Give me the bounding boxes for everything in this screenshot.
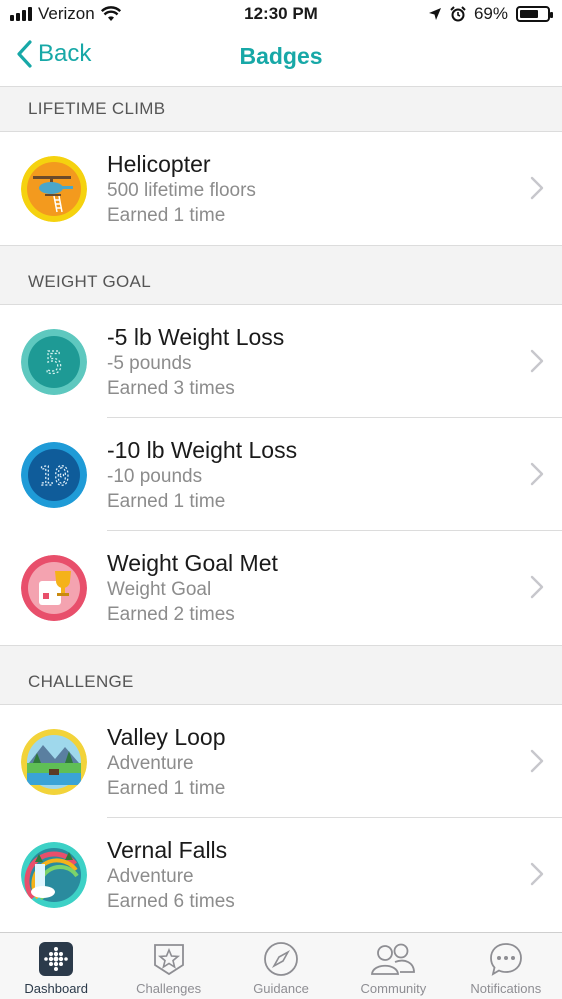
- badge-title: -10 lb Weight Loss: [107, 437, 298, 463]
- vernal-falls-badge-icon: [21, 842, 87, 908]
- chat-bubble-icon: [489, 943, 522, 976]
- badge-title: Helicopter: [107, 151, 211, 177]
- navigation-bar: Back Badges: [0, 30, 562, 86]
- page-title: Badges: [239, 43, 323, 69]
- tab-bar: Dashboard Challenges Guidance Community …: [0, 932, 562, 999]
- badge-subtitle: Adventure: [107, 866, 194, 887]
- tab-label: Guidance: [253, 981, 309, 996]
- valley-loop-badge-icon: [21, 729, 87, 795]
- dashboard-icon: [39, 942, 74, 976]
- compass-icon: [264, 942, 298, 976]
- badge-row-5lb-weight-loss[interactable]: 5 -5 lb Weight Loss -5 pounds Earned 3 t…: [0, 305, 562, 418]
- badge-texts: Weight Goal Met Weight Goal Earned 2 tim…: [107, 549, 278, 627]
- badge-title: Vernal Falls: [107, 837, 228, 863]
- chevron-right-icon: [530, 176, 544, 200]
- tab-label: Dashboard: [24, 981, 88, 996]
- alarm-icon: [450, 6, 466, 22]
- tab-label: Challenges: [136, 981, 202, 996]
- section-header-challenge: CHALLENGE: [0, 645, 562, 705]
- battery-percent: 69%: [473, 4, 508, 23]
- badge-subtitle: Adventure: [107, 753, 194, 774]
- badge-earned: Earned 1 time: [107, 778, 226, 799]
- battery-fill: [520, 10, 538, 18]
- battery-icon: [516, 6, 553, 22]
- badge-subtitle: -10 pounds: [107, 466, 203, 487]
- badge-earned: Earned 2 times: [107, 604, 235, 625]
- badge-subtitle: 500 lifetime floors: [107, 180, 256, 201]
- badge-row-vernal-falls[interactable]: Vernal Falls Adventure Earned 6 times: [0, 818, 562, 931]
- chevron-right-icon: [530, 862, 544, 886]
- tab-notifications[interactable]: Notifications: [450, 933, 562, 999]
- tab-guidance[interactable]: Guidance: [225, 933, 337, 999]
- section-header-lifetime-climb: LIFETIME CLIMB: [0, 86, 562, 132]
- badge-earned: Earned 1 time: [107, 491, 226, 512]
- badge-row-valley-loop[interactable]: Valley Loop Adventure Earned 1 time: [0, 705, 562, 818]
- chevron-right-icon: [530, 462, 544, 486]
- badge-subtitle: -5 pounds: [107, 353, 192, 374]
- weight-loss-5-badge-icon: 5: [21, 329, 87, 395]
- badge-texts: -5 lb Weight Loss -5 pounds Earned 3 tim…: [107, 323, 284, 401]
- badge-texts: Valley Loop Adventure Earned 1 time: [107, 723, 226, 801]
- badge-title: Valley Loop: [107, 724, 226, 750]
- trophy-badge-icon: [21, 555, 87, 621]
- tab-challenges[interactable]: Challenges: [112, 933, 224, 999]
- tab-label: Community: [360, 981, 427, 996]
- tab-label: Notifications: [470, 981, 542, 996]
- tab-dashboard[interactable]: Dashboard: [0, 933, 112, 999]
- badge-row-10lb-weight-loss[interactable]: 10 -10 lb Weight Loss -10 pounds Earned …: [0, 418, 562, 531]
- badge-texts: Helicopter 500 lifetime floors Earned 1 …: [107, 150, 256, 228]
- badge-row-weight-goal-met[interactable]: Weight Goal Met Weight Goal Earned 2 tim…: [0, 531, 562, 644]
- chevron-right-icon: [530, 349, 544, 373]
- chevron-right-icon: [530, 749, 544, 773]
- badge-digit: 5: [45, 346, 63, 381]
- badge-digit: 10: [38, 462, 69, 492]
- people-icon: [371, 943, 416, 975]
- status-bar: Verizon 12:30 PM 69%: [0, 0, 562, 30]
- badge-row-helicopter[interactable]: Helicopter 500 lifetime floors Earned 1 …: [0, 132, 562, 245]
- badge-texts: Vernal Falls Adventure Earned 6 times: [107, 836, 235, 914]
- status-right: 69%: [428, 4, 553, 24]
- badge-subtitle: Weight Goal: [107, 579, 212, 600]
- helicopter-badge-icon: [21, 156, 87, 222]
- badge-earned: Earned 1 time: [107, 205, 226, 226]
- badge-earned: Earned 3 times: [107, 378, 235, 399]
- challenges-star-icon: [153, 944, 184, 976]
- weight-loss-10-badge-icon: 10: [21, 442, 87, 508]
- chevron-right-icon: [530, 575, 544, 599]
- badge-title: Weight Goal Met: [107, 550, 278, 576]
- tab-community[interactable]: Community: [337, 933, 449, 999]
- section-header-weight-goal: WEIGHT GOAL: [0, 245, 562, 305]
- badge-earned: Earned 6 times: [107, 891, 235, 912]
- location-arrow-icon: [428, 8, 441, 20]
- badge-texts: -10 lb Weight Loss -10 pounds Earned 1 t…: [107, 436, 297, 514]
- badge-title: -5 lb Weight Loss: [107, 324, 285, 350]
